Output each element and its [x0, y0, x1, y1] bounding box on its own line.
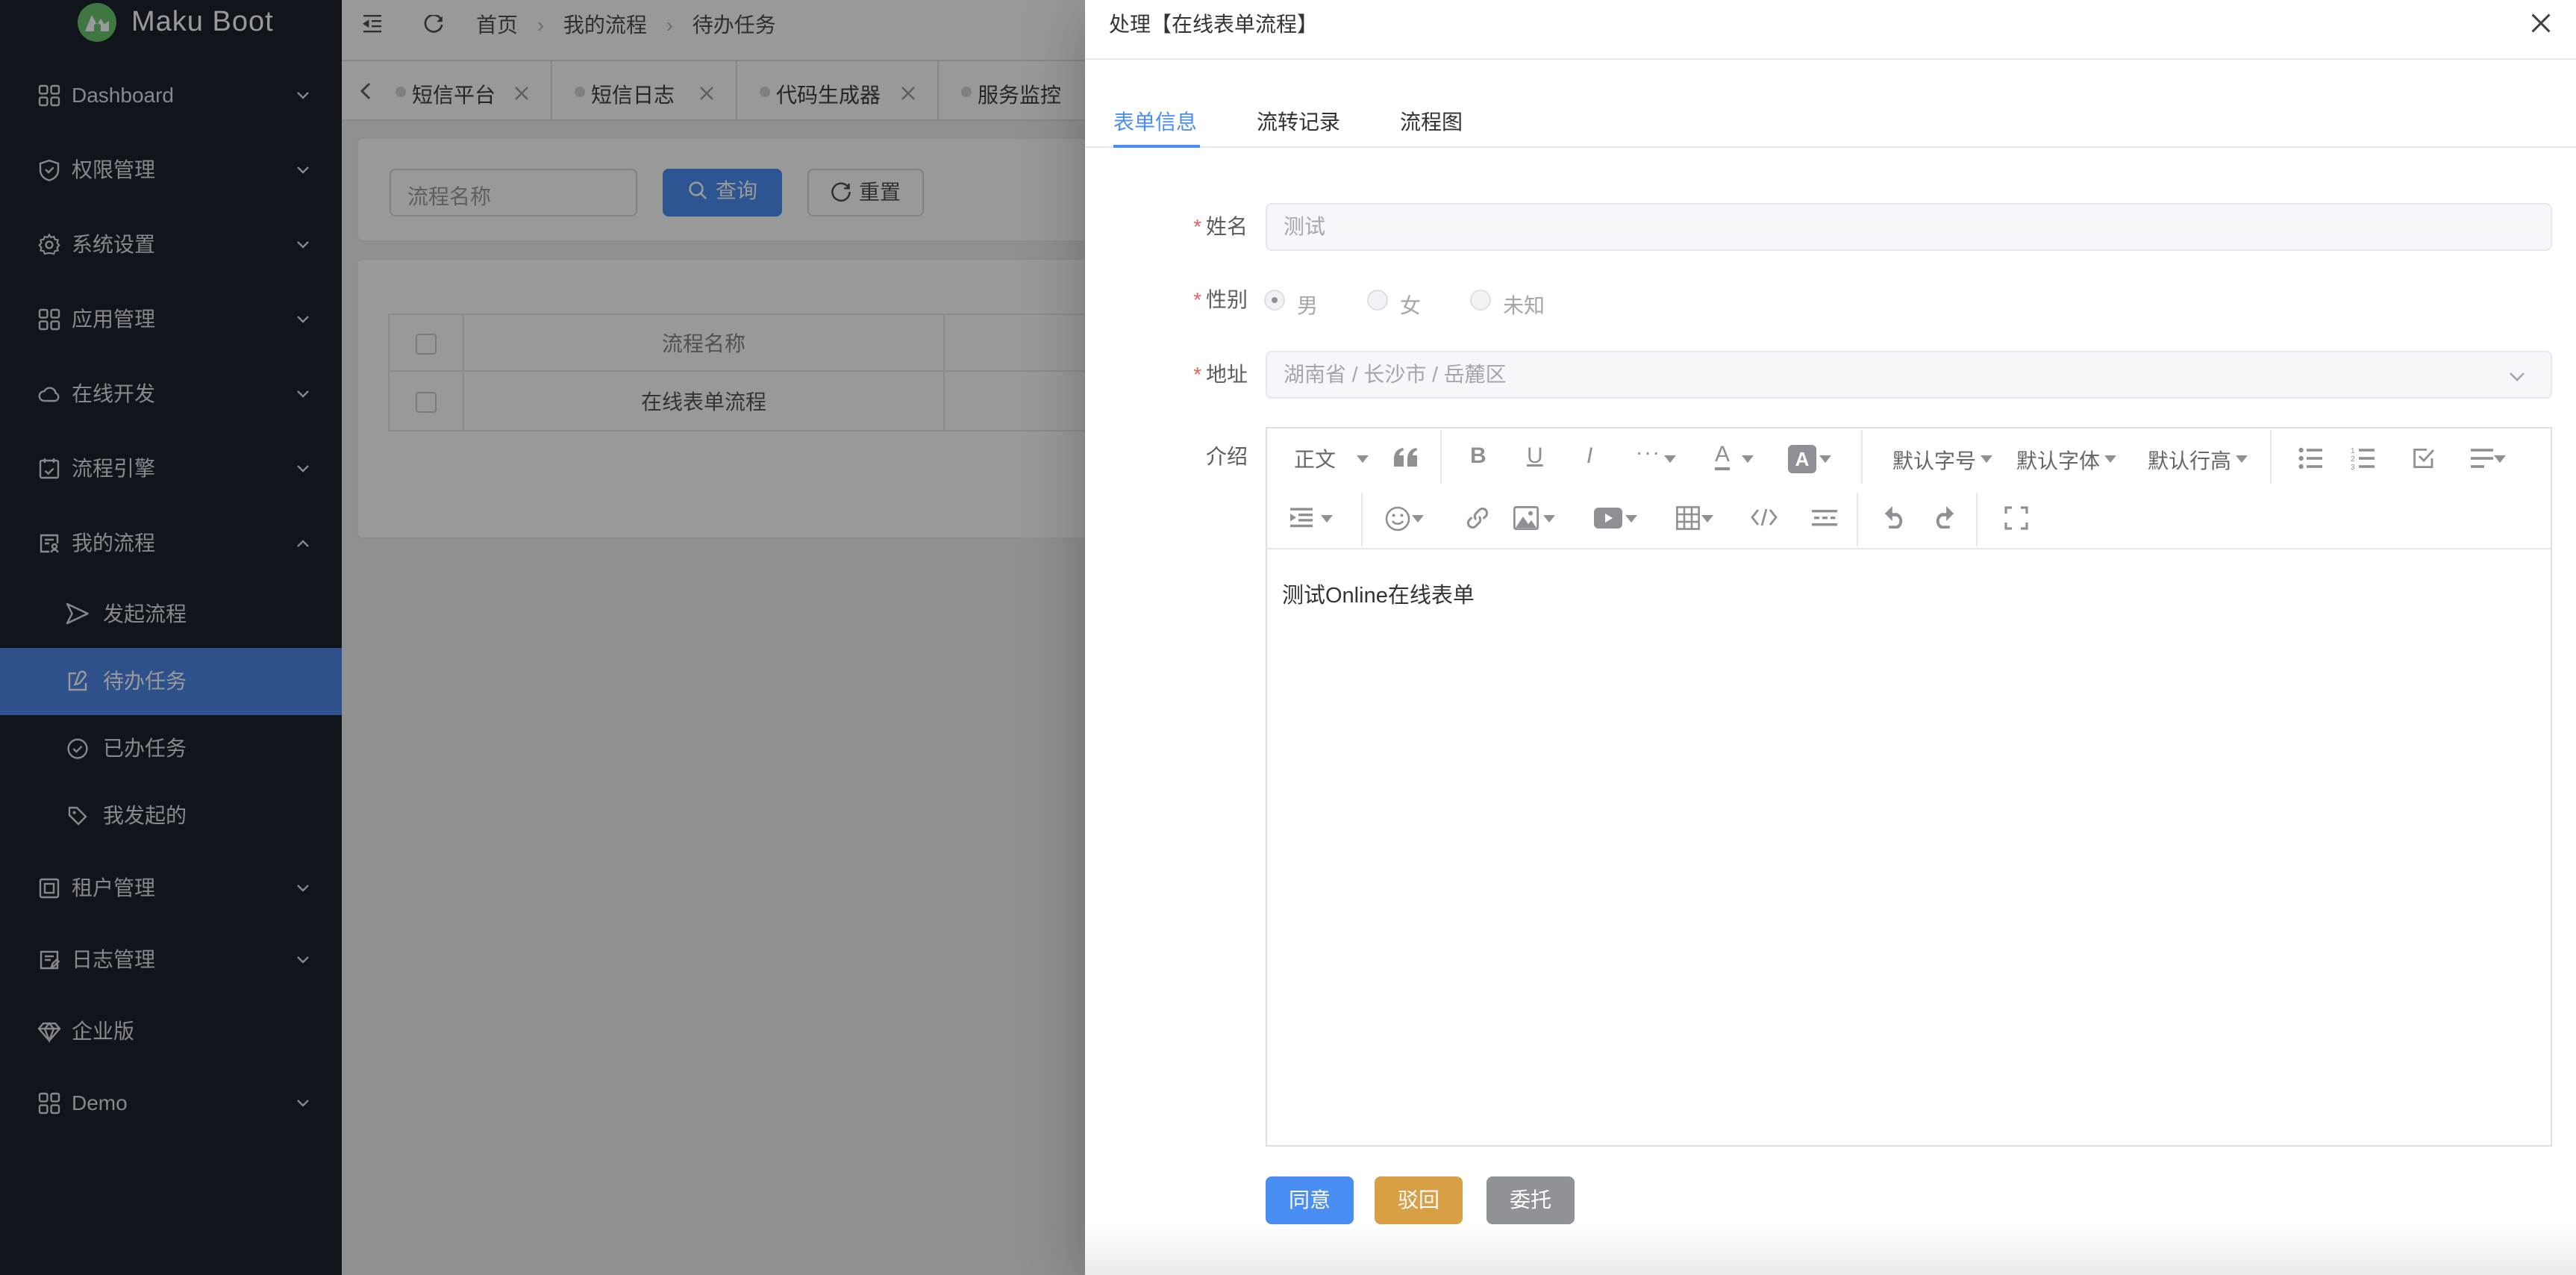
svg-text:2: 2 [2351, 455, 2355, 464]
svg-text:3: 3 [2351, 464, 2355, 470]
svg-text:1: 1 [2351, 447, 2355, 455]
